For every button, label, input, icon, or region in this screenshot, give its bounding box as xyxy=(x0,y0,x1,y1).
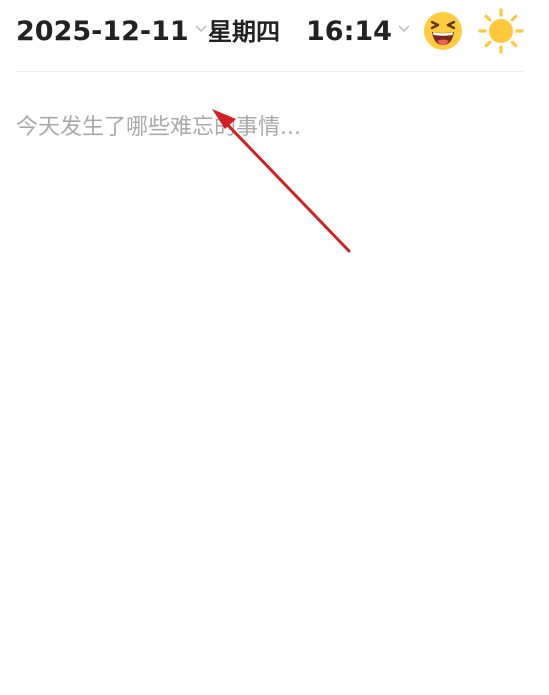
weather-selector-button[interactable] xyxy=(478,8,524,54)
time-label: 16:14 xyxy=(306,16,392,47)
sunny-icon xyxy=(478,8,524,54)
diary-content-input[interactable] xyxy=(16,108,524,668)
chevron-down-icon xyxy=(195,25,207,33)
date-label: 2025-12-11 xyxy=(16,16,189,47)
header-divider xyxy=(16,71,524,72)
weekday-label: 星期四 xyxy=(208,18,280,46)
laughing-face-icon xyxy=(424,12,462,50)
entry-header: 2025-12-11 星期四 16:14 xyxy=(0,0,549,72)
time-picker[interactable]: 16:14 xyxy=(306,14,410,50)
chevron-down-icon xyxy=(398,25,410,33)
date-picker[interactable]: 2025-12-11 xyxy=(16,14,207,50)
mood-selector-button[interactable] xyxy=(422,10,464,52)
